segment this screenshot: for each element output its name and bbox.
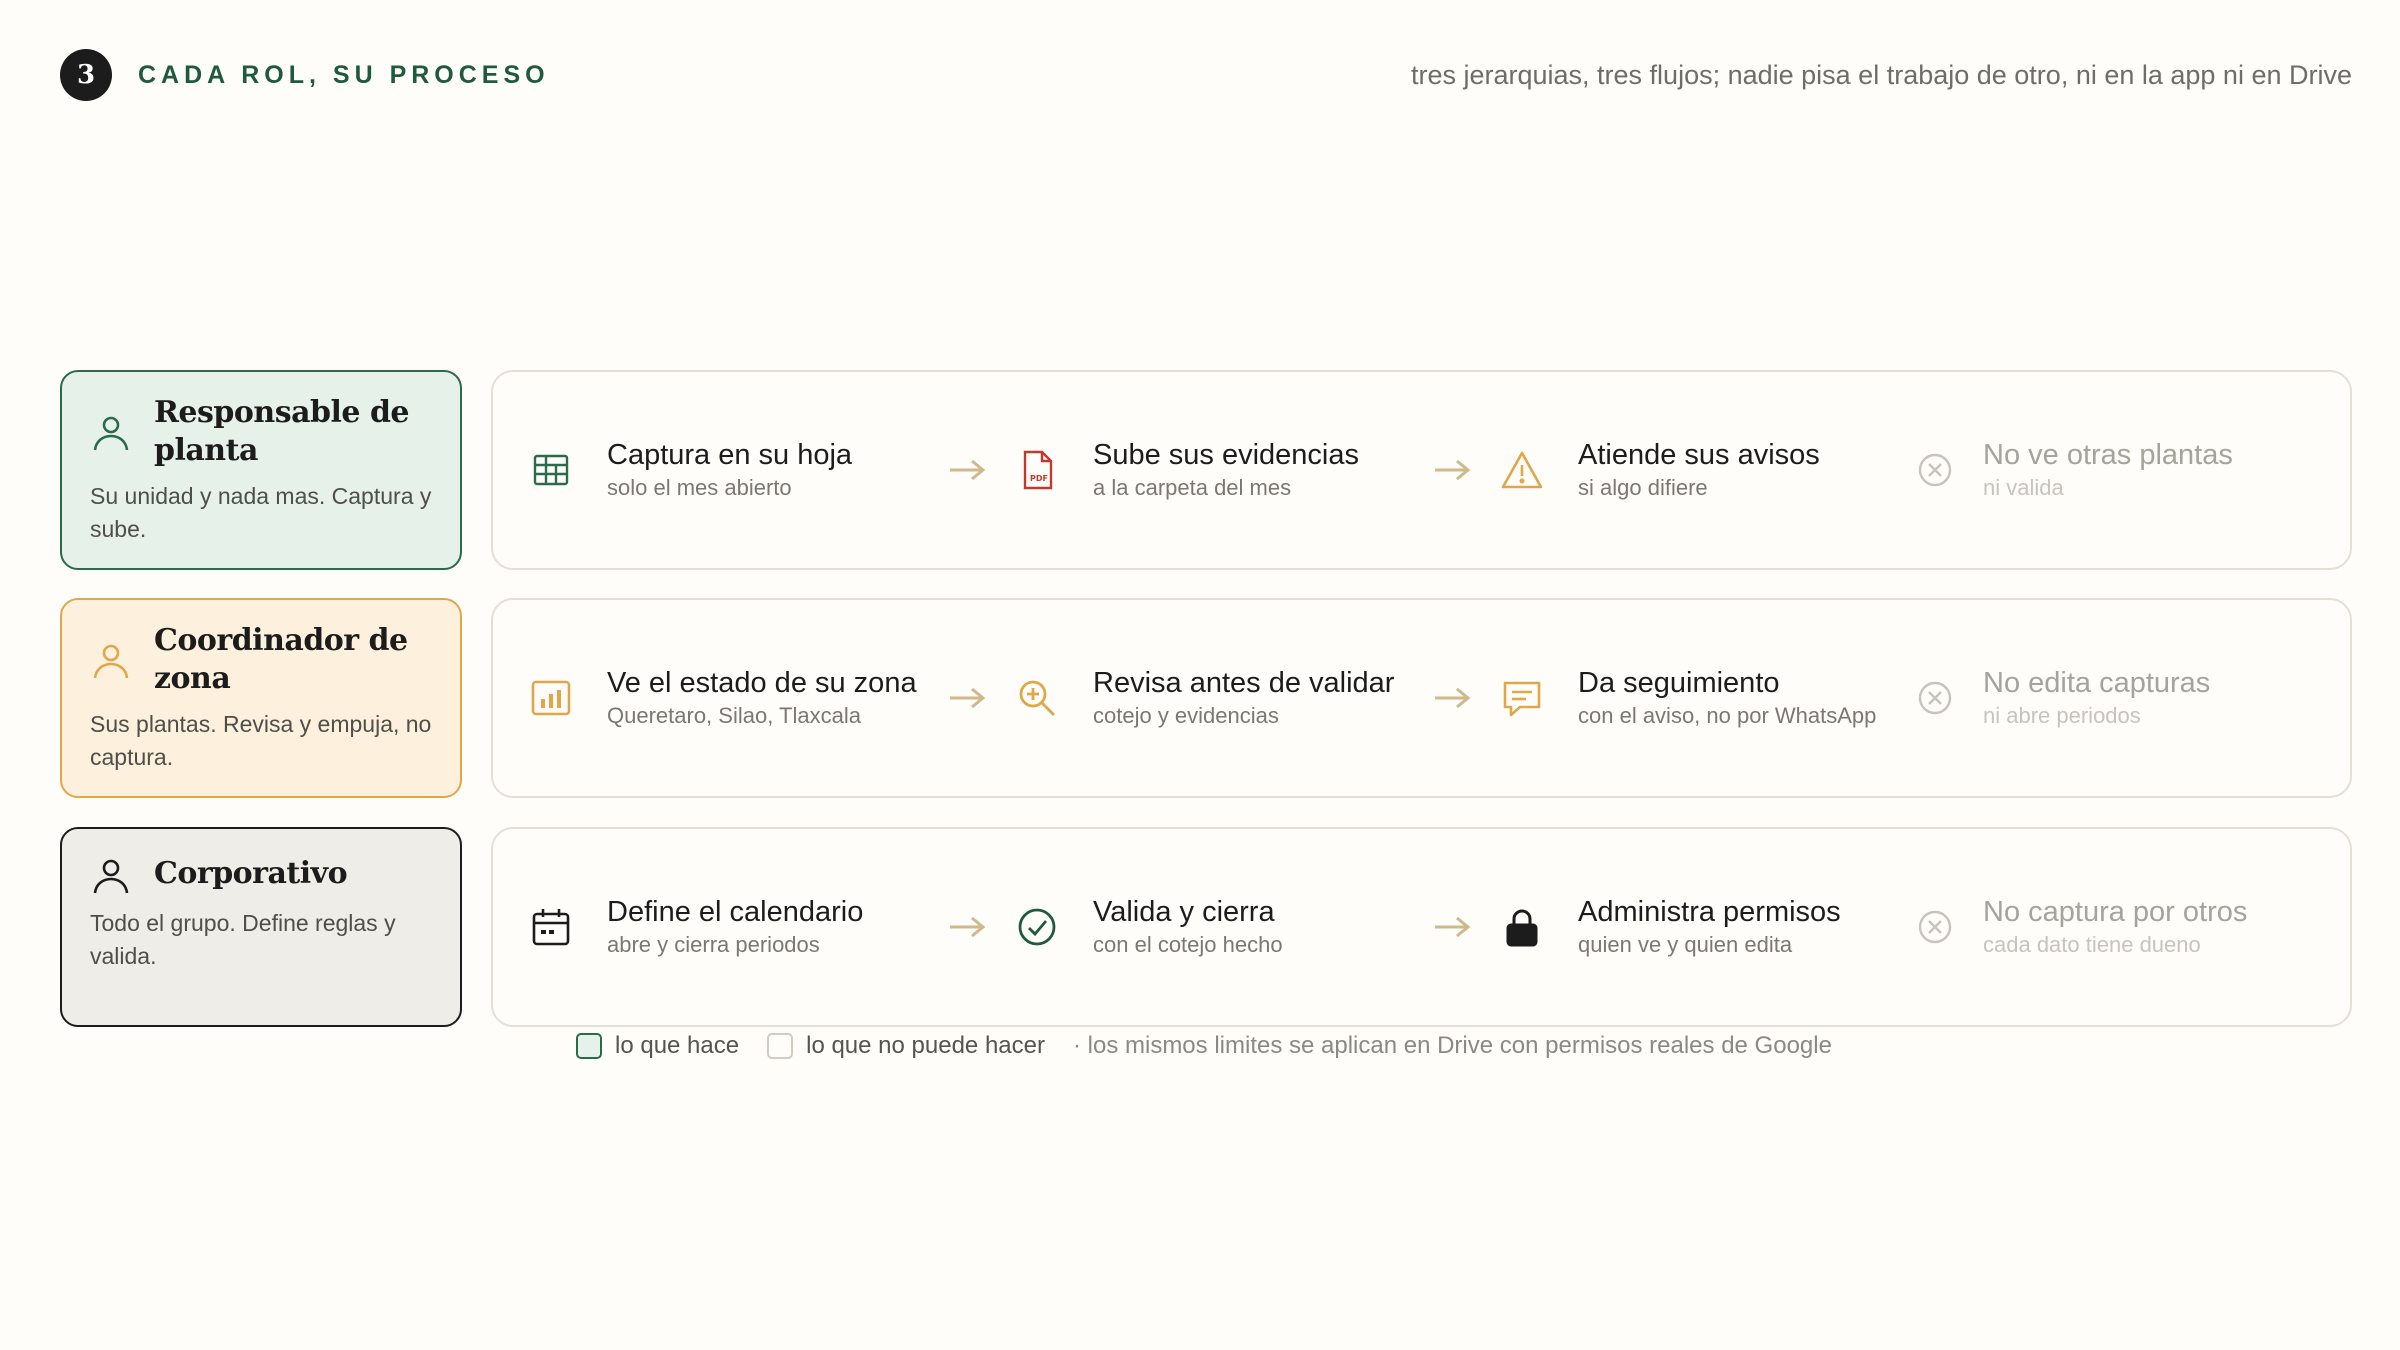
legend-item-cannot: lo que no puede hacer: [767, 1032, 1045, 1060]
lock-icon: [1500, 905, 1544, 949]
legend: lo que hace lo que no puede hacer · los …: [576, 1028, 1832, 1064]
step-subtitle: si algo difiere: [1578, 475, 1708, 500]
spreadsheet-icon: [529, 448, 573, 492]
step-subtitle: Queretaro, Silao, Tlaxcala: [607, 703, 861, 728]
magnifier-icon: [1015, 676, 1059, 720]
step-title: Ve el estado de su zona: [607, 667, 917, 699]
restriction-title: No ve otras plantas: [1983, 439, 2233, 471]
step-item: Define el calendario abre y cierra perio…: [529, 829, 863, 1025]
step-title: Sube sus evidencias: [1093, 439, 1359, 471]
person-icon: [93, 859, 129, 894]
restriction-item: No captura por otros cada dato tiene due…: [1913, 829, 2247, 1025]
step-item: Captura en su hoja solo el mes abierto: [529, 372, 852, 568]
role-card-coordinador: Coordinador de zona Sus plantas. Revisa …: [60, 598, 462, 798]
role-name: Responsable de planta: [154, 395, 410, 468]
step-subtitle: con el cotejo hecho: [1093, 932, 1283, 957]
step-title: Atiende sus avisos: [1578, 439, 1820, 471]
step-item: Da seguimiento con el aviso, no por What…: [1500, 600, 1876, 796]
slide: 3 CADA ROL, SU PROCESO tres jerarquias, …: [0, 0, 2400, 1350]
step-subtitle: con el aviso, no por WhatsApp: [1578, 703, 1877, 728]
restriction-subtitle: cada dato tiene dueno: [1983, 932, 2201, 957]
legend-label-cannot: lo que no puede hacer: [806, 1032, 1045, 1059]
header: 3 CADA ROL, SU PROCESO tres jerarquias, …: [60, 48, 2352, 102]
step-title: Captura en su hoja: [607, 439, 853, 471]
role-card-responsable: Responsable de planta Su unidad y nada m…: [60, 370, 462, 570]
step-subtitle: abre y cierra periodos: [607, 932, 820, 957]
legend-label-does: lo que hace: [615, 1032, 740, 1059]
step-item: Ve el estado de su zona Queretaro, Silao…: [529, 600, 917, 796]
step-item: Administra permisos quien ve y quien edi…: [1500, 829, 1841, 1025]
role-name: Coordinador de zona: [154, 623, 408, 696]
step-subtitle: a la carpeta del mes: [1093, 475, 1292, 500]
legend-item-does: lo que hace: [576, 1032, 739, 1060]
section-number-badge: 3: [60, 49, 112, 101]
role-description: Su unidad y nada mas. Captura y sube.: [90, 483, 432, 542]
bar-chart-icon: [529, 676, 573, 720]
step-subtitle: quien ve y quien edita: [1578, 932, 1793, 957]
x-circle-icon: [1913, 676, 1957, 720]
arrow-right-icon: [1435, 687, 1471, 709]
step-item: Valida y cierra con el cotejo hecho: [1015, 829, 1283, 1025]
arrow-right-icon: [1435, 459, 1471, 481]
step-title: Valida y cierra: [1093, 896, 1275, 928]
role-description: Todo el grupo. Define reglas y valida.: [90, 910, 396, 969]
warning-icon: [1500, 448, 1544, 492]
flow-card-corporativo: Define el calendario abre y cierra perio…: [491, 827, 2352, 1027]
restriction-title: No edita capturas: [1983, 667, 2211, 699]
role-row-responsable: Responsable de planta Su unidad y nada m…: [60, 370, 2352, 570]
tagline: tres jerarquias, tres flujos; nadie pisa…: [1410, 59, 2352, 90]
role-row-corporativo: Corporativo Todo el grupo. Define reglas…: [60, 827, 2352, 1027]
arrow-right-icon: [950, 459, 986, 481]
role-card-corporativo: Corporativo Todo el grupo. Define reglas…: [60, 827, 462, 1027]
arrow-right-icon: [950, 687, 986, 709]
person-icon: [93, 644, 129, 679]
flow-card-coordinador: Ve el estado de su zona Queretaro, Silao…: [491, 598, 2352, 798]
restriction-title: No captura por otros: [1983, 896, 2248, 928]
section-title: CADA ROL, SU PROCESO: [138, 60, 550, 89]
step-item: PDF Sube sus evidencias a la carpeta del…: [1015, 372, 1359, 568]
restriction-subtitle: ni valida: [1983, 475, 2064, 500]
flow-card-responsable: Captura en su hoja solo el mes abierto P…: [491, 370, 2352, 570]
role-description: Sus plantas. Revisa y empuja, no captura…: [90, 711, 432, 770]
step-title: Da seguimiento: [1578, 667, 1780, 699]
step-subtitle: cotejo y evidencias: [1093, 703, 1279, 728]
x-circle-icon: [1913, 905, 1957, 949]
check-circle-icon: [1015, 905, 1059, 949]
arrow-right-icon: [950, 916, 986, 938]
x-circle-icon: [1913, 448, 1957, 492]
arrow-right-icon: [1435, 916, 1471, 938]
step-item: Revisa antes de validar cotejo y evidenc…: [1015, 600, 1394, 796]
chat-icon: [1500, 676, 1544, 720]
legend-note: · los mismos limites se aplican en Drive…: [1072, 1032, 1832, 1059]
legend-swatch-cannot: [767, 1033, 794, 1059]
role-row-coordinador: Coordinador de zona Sus plantas. Revisa …: [60, 598, 2352, 798]
legend-swatch-does: [576, 1033, 602, 1059]
step-title: Define el calendario: [607, 896, 864, 928]
step-item: Atiende sus avisos si algo difiere: [1500, 372, 1820, 568]
pdf-icon: PDF: [1015, 448, 1059, 492]
restriction-item: No edita capturas ni abre periodos: [1913, 600, 2210, 796]
restriction-subtitle: ni abre periodos: [1983, 703, 2141, 728]
restriction-item: No ve otras plantas ni valida: [1913, 372, 2233, 568]
svg-text:PDF: PDF: [1030, 474, 1048, 483]
person-icon: [93, 416, 129, 451]
step-title: Administra permisos: [1578, 896, 1841, 928]
calendar-icon: [529, 905, 573, 949]
role-name: Corporativo: [154, 856, 348, 891]
step-title: Revisa antes de validar: [1093, 667, 1395, 699]
step-subtitle: solo el mes abierto: [607, 475, 792, 500]
